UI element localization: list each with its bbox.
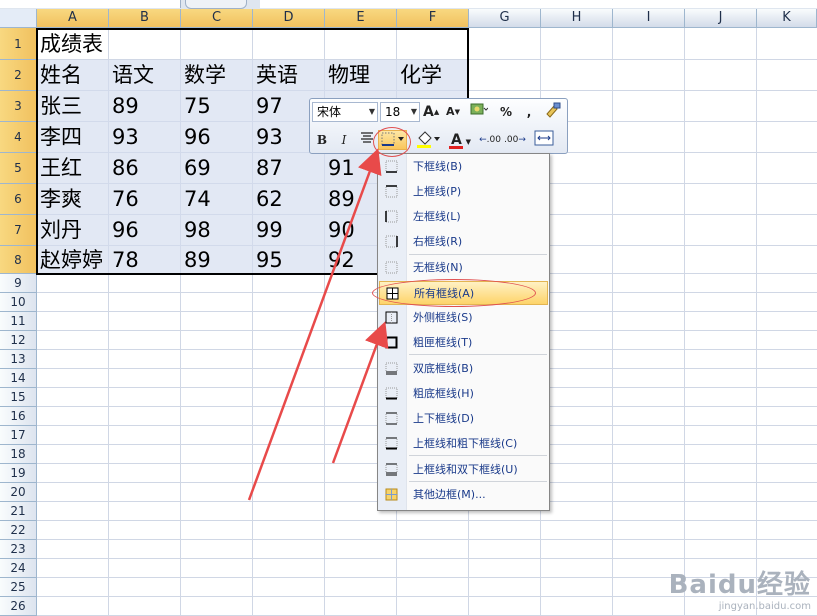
annotation-arrows xyxy=(247,148,389,501)
annotation-arrow-2 xyxy=(331,321,389,464)
annotation-arrow-1 xyxy=(247,148,382,501)
